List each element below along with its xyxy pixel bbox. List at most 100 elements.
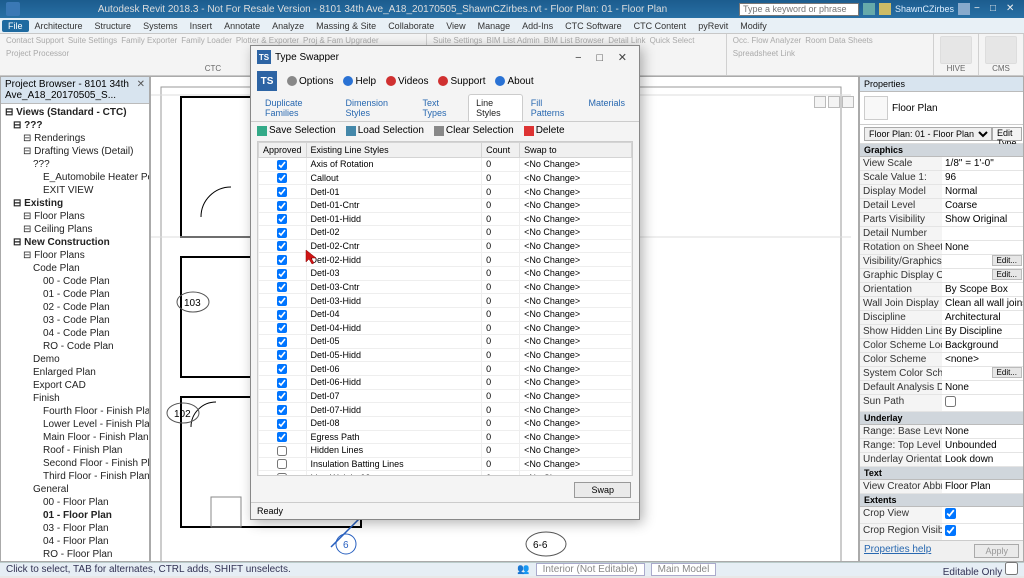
dialog-tab[interactable]: Line Styles (468, 94, 523, 121)
menu-massing-site[interactable]: Massing & Site (310, 20, 382, 32)
clear-selection-button[interactable]: Clear Selection (434, 125, 514, 136)
tree-node[interactable]: 01 - Code Plan (1, 288, 149, 301)
tree-node[interactable]: ⊟ Floor Plans (1, 249, 149, 262)
options-menu[interactable]: Options (287, 76, 333, 87)
prop-value[interactable] (942, 524, 1023, 540)
tree-node[interactable]: Fourth Floor - Finish Plan (1, 405, 149, 418)
approved-checkbox[interactable] (277, 378, 287, 388)
optbar-icon-1[interactable] (814, 96, 826, 108)
grid-row[interactable]: Detl-04-Hidd0<No Change> (259, 321, 632, 335)
tree-node[interactable]: Demo (1, 353, 149, 366)
edit-type-button[interactable]: Edit Type (992, 127, 1022, 141)
workset-selector[interactable]: Interior (Not Editable) (536, 563, 645, 576)
approved-checkbox[interactable] (277, 432, 287, 442)
tree-node[interactable]: Finish (1, 392, 149, 405)
ribbon-btn[interactable]: Quick Select (650, 36, 695, 45)
menu-systems[interactable]: Systems (137, 20, 184, 32)
grid-cell-swap[interactable]: <No Change> (520, 226, 632, 240)
grid-row[interactable]: Detl-02-Hidd0<No Change> (259, 253, 632, 267)
menu-manage[interactable]: Manage (472, 20, 517, 32)
tree-node[interactable]: RO - Code Plan (1, 340, 149, 353)
approved-checkbox[interactable] (277, 350, 287, 360)
grid-row[interactable]: Detl-06-Hidd0<No Change> (259, 376, 632, 390)
grid-cell-swap[interactable]: <No Change> (520, 185, 632, 199)
ribbon-bigbtn[interactable] (985, 36, 1017, 64)
grid-row[interactable]: Detl-07-Hidd0<No Change> (259, 403, 632, 417)
menu-pyrevit[interactable]: pyRevit (692, 20, 734, 32)
menu-collaborate[interactable]: Collaborate (382, 20, 440, 32)
grid-row[interactable]: Detl-02-Cntr0<No Change> (259, 239, 632, 253)
grid-row[interactable]: Detl-01-Hidd0<No Change> (259, 212, 632, 226)
grid-cell-swap[interactable]: <No Change> (520, 348, 632, 362)
approved-checkbox[interactable] (277, 187, 287, 197)
tree-node[interactable]: ⊟ Ceiling Plans (1, 223, 149, 236)
ribbon-btn[interactable]: Spreadsheet Link (733, 49, 795, 58)
grid-cell-swap[interactable]: <No Change> (520, 267, 632, 281)
tree-node[interactable]: ⊟ Existing (1, 197, 149, 210)
prop-value[interactable]: Normal (942, 185, 1023, 198)
dialog-tab[interactable]: Fill Patterns (523, 94, 581, 121)
delete-button[interactable]: Delete (524, 125, 565, 136)
grid-cell-swap[interactable]: <No Change> (520, 171, 632, 185)
menu-architecture[interactable]: Architecture (29, 20, 89, 32)
dialog-maximize-icon[interactable]: □ (590, 52, 609, 64)
tree-node[interactable]: General (1, 483, 149, 496)
prop-value[interactable]: Edit... (942, 367, 1023, 380)
tree-node[interactable]: 04 - Floor Plan (1, 535, 149, 548)
grid-row[interactable]: Detl-03-Hidd0<No Change> (259, 294, 632, 308)
grid-cell-swap[interactable]: <No Change> (520, 253, 632, 267)
maximize-icon[interactable]: □ (990, 3, 1002, 15)
prop-value[interactable]: Edit... (942, 255, 1023, 268)
approved-checkbox[interactable] (277, 419, 287, 429)
grid-cell-swap[interactable]: <No Change> (520, 280, 632, 294)
menu-ctc-content[interactable]: CTC Content (628, 20, 693, 32)
load-selection-button[interactable]: Load Selection (346, 125, 424, 136)
prop-value[interactable]: Background (942, 339, 1023, 352)
approved-checkbox[interactable] (277, 473, 287, 476)
ribbon-btn[interactable]: Family Exporter (121, 36, 177, 45)
tree-node[interactable]: 04 - Code Plan (1, 327, 149, 340)
tree-node[interactable]: Code Plan (1, 262, 149, 275)
tree-node[interactable]: Main Floor - Finish Plan (1, 431, 149, 444)
prop-value[interactable] (942, 395, 1023, 411)
prop-value[interactable] (942, 227, 1023, 240)
grid-cell-swap[interactable]: <No Change> (520, 321, 632, 335)
tree-node[interactable]: EXIT VIEW (1, 184, 149, 197)
minimize-icon[interactable]: − (974, 3, 986, 15)
prop-value[interactable]: Coarse (942, 199, 1023, 212)
prop-value[interactable]: 1/8" = 1'-0" (942, 157, 1023, 170)
menu-modify[interactable]: Modify (734, 20, 773, 32)
search-icon[interactable] (863, 3, 875, 15)
prop-value[interactable]: Architectural (942, 311, 1023, 324)
grid-row[interactable]: Detl-040<No Change> (259, 307, 632, 321)
grid-cell-swap[interactable]: <No Change> (520, 416, 632, 430)
menu-annotate[interactable]: Annotate (218, 20, 266, 32)
approved-checkbox[interactable] (277, 391, 287, 401)
grid-row[interactable]: Detl-070<No Change> (259, 389, 632, 403)
grid-row[interactable]: Detl-03-Cntr0<No Change> (259, 280, 632, 294)
ribbon-btn[interactable]: Contact Support (6, 36, 64, 45)
tree-node[interactable]: ⊟ Views (Standard - CTC) (1, 106, 149, 119)
prop-value[interactable]: By Discipline (942, 325, 1023, 338)
ribbon-btn[interactable]: Detail Link (608, 36, 645, 45)
ribbon-btn[interactable]: Suite Settings (68, 36, 117, 45)
swap-button[interactable]: Swap (574, 482, 631, 498)
tree-node[interactable]: ??? (1, 158, 149, 171)
star-icon[interactable] (879, 3, 891, 15)
approved-checkbox[interactable] (277, 310, 287, 320)
tree-node[interactable]: Second Floor - Finish Plan (1, 457, 149, 470)
grid-row[interactable]: Detl-060<No Change> (259, 362, 632, 376)
grid-row[interactable]: Detl-01-Cntr0<No Change> (259, 198, 632, 212)
videos-menu[interactable]: Videos (386, 76, 428, 87)
prop-value[interactable]: Floor Plan (942, 480, 1023, 493)
about-menu[interactable]: About (495, 76, 533, 87)
menu-insert[interactable]: Insert (184, 20, 219, 32)
grid-cell-swap[interactable]: <No Change> (520, 457, 632, 471)
menu-analyze[interactable]: Analyze (266, 20, 310, 32)
optbar-icon-2[interactable] (828, 96, 840, 108)
grid-row[interactable]: Detl-050<No Change> (259, 335, 632, 349)
search-input[interactable] (739, 3, 859, 16)
prop-section-header[interactable]: Text (860, 467, 1023, 480)
help-icon[interactable] (958, 3, 970, 15)
tree-node[interactable]: 03 - Code Plan (1, 314, 149, 327)
